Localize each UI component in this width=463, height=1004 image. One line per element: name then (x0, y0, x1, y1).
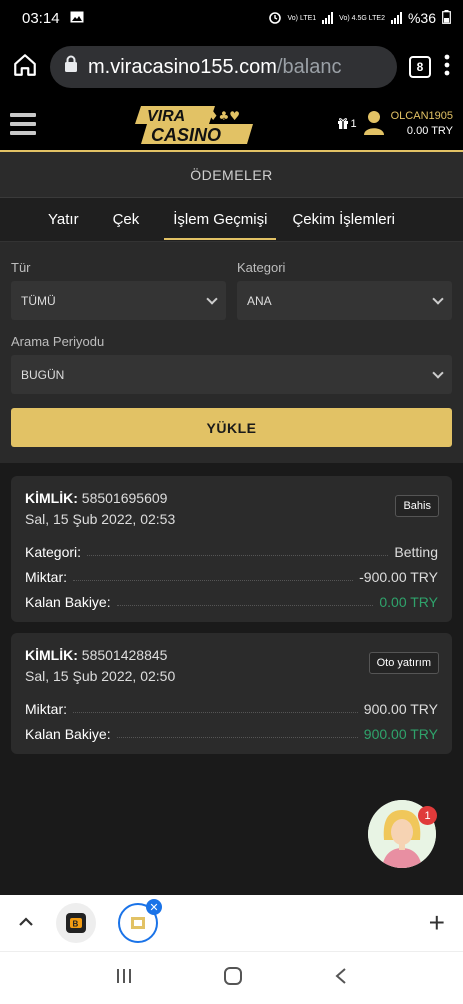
transaction-id: 58501428845 (81, 647, 168, 663)
signal-2-icon (390, 12, 402, 24)
svg-text:B: B (73, 920, 79, 929)
menu-icon[interactable] (10, 113, 36, 135)
type-select[interactable]: TÜMÜ (11, 281, 226, 320)
tab-deposit[interactable]: Yatır (48, 201, 79, 238)
transaction-card: KİMLİK: 58501695609 Sal, 15 Şub 2022, 02… (11, 476, 452, 622)
browser-tab-thumbnail[interactable]: B (56, 903, 96, 943)
transaction-date: Sal, 15 Şub 2022, 02:53 (25, 511, 176, 527)
active-browser-tab[interactable]: ✕ (118, 899, 162, 943)
amount-value: 900.00 TRY (363, 701, 438, 717)
tab-switcher-button[interactable]: 8 (409, 56, 431, 78)
site-header: VIRA CASINO ♠♦♣♥ 1 OLCAN1905 0.00 TRY (0, 98, 463, 152)
category-value: ANA (247, 293, 272, 308)
battery-icon (442, 9, 451, 27)
balance-label: Kalan Bakiye: (25, 726, 111, 742)
balance-row: Kalan Bakiye: 0.00 TRY (25, 594, 438, 610)
amount-row: Miktar: 900.00 TRY (25, 701, 438, 717)
chevron-down-icon (432, 366, 444, 379)
svg-text:♠♦♣♥: ♠♦♣♥ (197, 109, 240, 123)
lock-icon (64, 55, 78, 79)
gift-icon (337, 117, 349, 132)
balance-value: 900.00 TRY (363, 726, 438, 742)
browser-toolbar: m.viracasino155.com/balanc 8 (0, 36, 463, 98)
category-row-label: Kategori: (25, 544, 82, 560)
battery-percent: %36 (407, 10, 436, 26)
category-select[interactable]: ANA (237, 281, 452, 320)
amount-row: Miktar: -900.00 TRY (25, 569, 438, 585)
user-balance: 0.00 TRY (406, 125, 453, 137)
signal-icon (322, 12, 334, 24)
status-bar: 03:14 Vo) LTE1 Vo) 4.5G LTE2 %36 (0, 0, 463, 36)
period-value: BUGÜN (21, 367, 65, 382)
back-icon[interactable] (334, 967, 348, 990)
logo-bottom-text: CASINO (151, 125, 221, 145)
period-select[interactable]: BUGÜN (11, 355, 452, 394)
id-label: KİMLİK: (25, 490, 78, 506)
transaction-type-badge: Oto yatırım (368, 652, 439, 674)
chevron-down-icon (432, 292, 444, 305)
transaction-list: KİMLİK: 58501695609 Sal, 15 Şub 2022, 02… (0, 463, 463, 754)
home-button-icon[interactable] (223, 966, 243, 991)
system-navigation-bar (0, 951, 463, 1004)
type-label: Tür (11, 260, 31, 275)
balance-label: Kalan Bakiye: (25, 594, 111, 610)
close-tab-icon[interactable]: ✕ (146, 899, 162, 915)
amount-label: Miktar: (25, 569, 67, 585)
category-row: Kategori: Betting (25, 544, 438, 560)
username[interactable]: OLCAN1905 (391, 109, 453, 124)
transaction-id: 58501695609 (81, 490, 168, 506)
recent-apps-icon[interactable] (115, 967, 133, 990)
home-icon[interactable] (12, 52, 38, 83)
load-button[interactable]: YÜKLE (11, 408, 452, 447)
tab-withdraw[interactable]: Çek (113, 201, 140, 238)
type-value: TÜMÜ (21, 293, 56, 308)
category-row-value: Betting (394, 544, 438, 560)
amount-value: -900.00 TRY (359, 569, 438, 585)
amount-label: Miktar: (25, 701, 67, 717)
casino-favicon-icon (131, 917, 145, 929)
gift-button[interactable]: 1 (337, 117, 357, 132)
site-favicon-icon: B (66, 913, 86, 933)
gallery-icon (70, 10, 84, 27)
chevron-down-icon (206, 292, 218, 305)
filter-panel: Tür TÜMÜ Kategori ANA Arama Periyodu BUG… (0, 242, 463, 463)
balance-row: Kalan Bakiye: 900.00 TRY (25, 726, 438, 742)
url-path: /balanc (276, 55, 342, 78)
more-menu-icon[interactable] (443, 54, 451, 81)
user-avatar-icon[interactable] (363, 109, 385, 140)
chat-notification-badge: 1 (418, 806, 437, 825)
id-label: KİMLİK: (25, 647, 78, 663)
new-tab-icon[interactable]: + (429, 907, 445, 939)
transaction-type-badge: Bahis (395, 495, 439, 517)
period-label: Arama Periyodu (11, 334, 105, 349)
category-label: Kategori (237, 260, 286, 275)
alarm-icon (268, 10, 282, 27)
url-host: m.viracasino155.com (88, 55, 277, 78)
lte1-indicator: Vo) LTE1 (287, 14, 317, 22)
browser-tab-strip: B ✕ + (0, 895, 463, 951)
tab-transaction-history[interactable]: İşlem Geçmişi (164, 201, 277, 240)
balance-value: 0.00 TRY (379, 594, 438, 610)
chevron-up-icon[interactable] (18, 914, 34, 932)
site-logo[interactable]: VIRA CASINO ♠♦♣♥ (135, 102, 253, 146)
transaction-card: KİMLİK: 58501428845 Sal, 15 Şub 2022, 02… (11, 633, 452, 754)
page-title: ÖDEMELER (0, 152, 463, 198)
tab-withdrawal-transactions[interactable]: Çekim İşlemleri (292, 201, 395, 238)
gift-count: 1 (350, 118, 357, 130)
address-bar[interactable]: m.viracasino155.com/balanc (50, 46, 397, 88)
payment-tabs: Yatır Çek İşlem Geçmişi Çekim İşlemleri (0, 198, 463, 242)
status-time: 03:14 (22, 9, 60, 27)
logo-top-text: VIRA (147, 108, 185, 125)
lte2-indicator: Vo) 4.5G LTE2 (339, 14, 385, 22)
